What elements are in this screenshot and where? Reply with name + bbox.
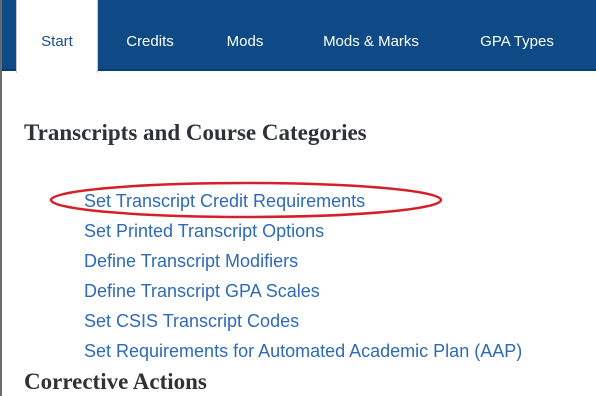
tab-bar: Start Credits Mods Mods & Marks GPA Type… [2, 0, 596, 73]
tab-mods-and-marks[interactable]: Mods & Marks [298, 0, 444, 71]
link-set-printed-transcript-options[interactable]: Set Printed Transcript Options [84, 216, 522, 246]
tab-start[interactable]: Start [16, 0, 98, 73]
main-panel: Start Credits Mods Mods & Marks GPA Type… [0, 0, 596, 396]
tab-credits[interactable]: Credits [106, 0, 194, 71]
section-heading-transcripts: Transcripts and Course Categories [24, 120, 367, 145]
tab-mods[interactable]: Mods [206, 0, 284, 71]
section-heading-corrective-actions: Corrective Actions [24, 369, 207, 394]
link-define-transcript-modifiers[interactable]: Define Transcript Modifiers [84, 246, 522, 276]
link-define-transcript-gpa-scales[interactable]: Define Transcript GPA Scales [84, 276, 522, 306]
link-set-transcript-credit-requirements[interactable]: Set Transcript Credit Requirements [84, 186, 522, 216]
transcript-links-list: Set Transcript Credit Requirements Set P… [84, 186, 522, 366]
link-set-requirements-aap[interactable]: Set Requirements for Automated Academic … [84, 336, 522, 366]
tab-gpa-types[interactable]: GPA Types [458, 0, 576, 71]
link-set-csis-transcript-codes[interactable]: Set CSIS Transcript Codes [84, 306, 522, 336]
